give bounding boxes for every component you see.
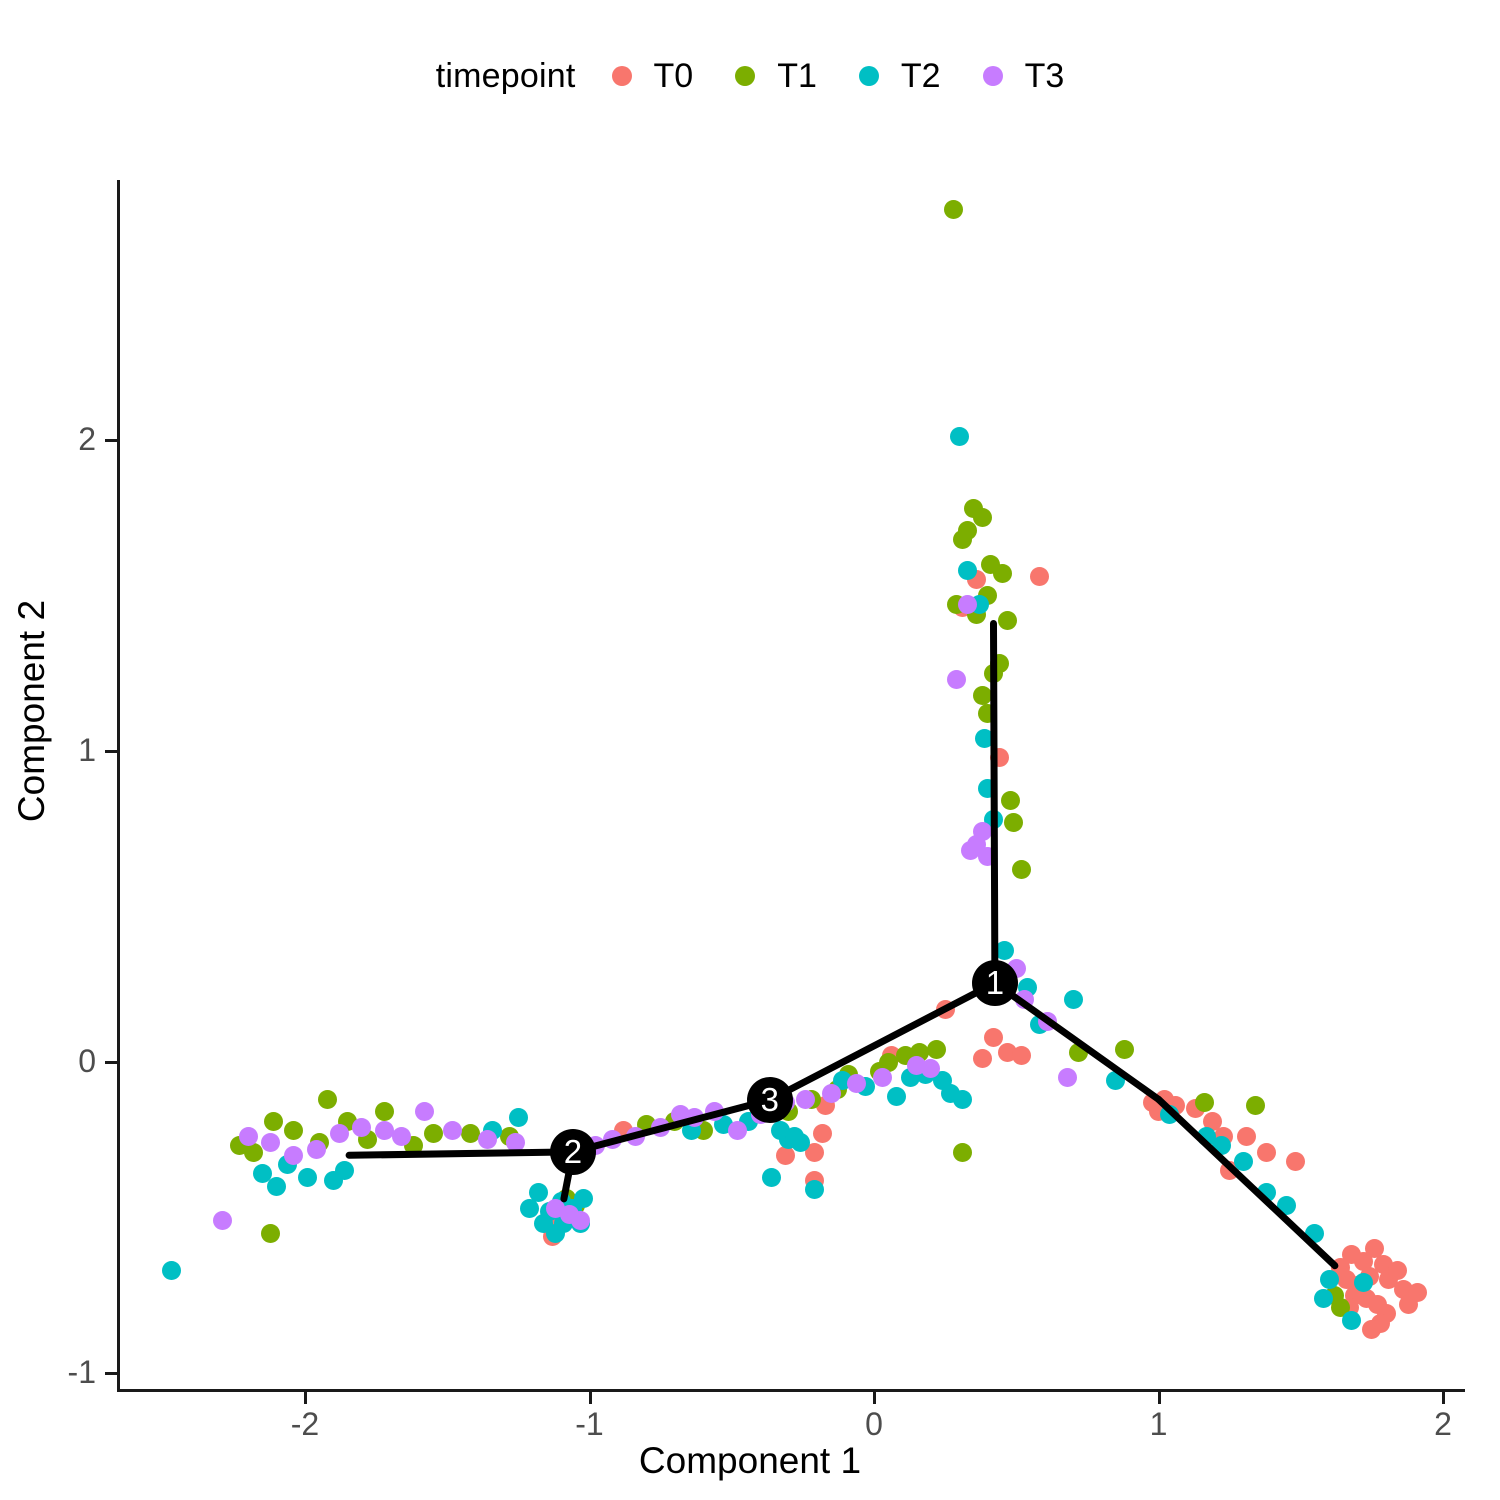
- legend-label-t2: T2: [900, 56, 941, 95]
- legend-key-t0: [611, 66, 632, 86]
- y-tick-label: -1: [67, 1354, 96, 1390]
- legend-key-t2: [858, 66, 879, 86]
- legend-label-t0: T0: [653, 56, 694, 95]
- legend-key-t1: [735, 66, 756, 86]
- x-tick-label: -1: [575, 1406, 604, 1442]
- x-tick-mark: [873, 1392, 876, 1404]
- y-tick-mark: [105, 1061, 117, 1064]
- legend-item-t2[interactable]: T2: [858, 56, 941, 96]
- y-axis-line: [117, 180, 120, 1391]
- chart-root: timepoint T0 T1 T2 T3 -1 0 1 2 -2 -1 0 1 2 123 C…: [0, 0, 1500, 1500]
- legend-label-t1: T1: [777, 56, 817, 95]
- x-axis-title: Component 1: [638, 1440, 862, 1481]
- y-tick-mark: [105, 750, 117, 753]
- legend-item-t3[interactable]: T3: [982, 56, 1065, 96]
- x-tick-label: 2: [1434, 1406, 1452, 1442]
- x-tick-mark: [588, 1392, 592, 1404]
- legend-item-t1[interactable]: T1: [735, 57, 817, 96]
- legend-label-t3: T3: [1024, 56, 1065, 95]
- x-tick-label: 0: [865, 1406, 883, 1442]
- y-tick-mark: [105, 1372, 117, 1375]
- y-tick-mark: [105, 439, 117, 442]
- legend-title: timepoint: [435, 56, 576, 95]
- plot-panel: [118, 180, 1465, 1390]
- legend-item-t0[interactable]: T0: [611, 56, 694, 96]
- x-tick-label: 1: [1149, 1406, 1168, 1442]
- x-tick-mark: [304, 1392, 307, 1404]
- legend-key-t3: [982, 66, 1003, 86]
- y-axis-title: Component 2: [11, 599, 52, 823]
- legend: timepoint T0 T1 T2 T3: [0, 52, 1500, 100]
- x-tick-label: -2: [290, 1406, 320, 1442]
- x-axis-line: [117, 1389, 1465, 1392]
- y-tick-label: 0: [78, 1043, 96, 1079]
- x-tick-mark: [1442, 1392, 1445, 1404]
- x-tick-mark: [1157, 1392, 1161, 1404]
